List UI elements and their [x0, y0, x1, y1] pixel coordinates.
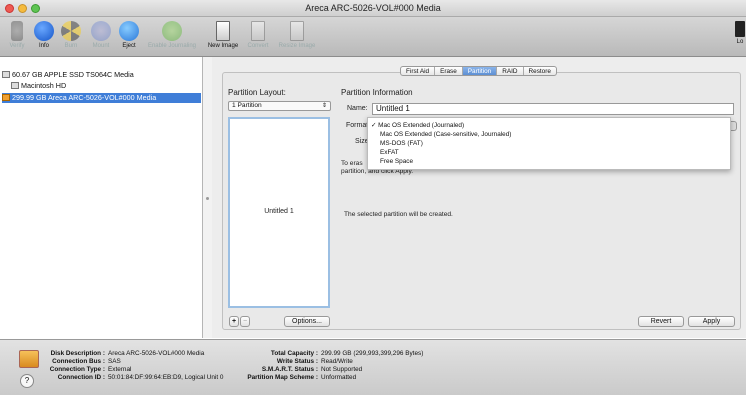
tab-partition[interactable]: Partition — [462, 67, 498, 75]
mount-label: Mount — [92, 43, 110, 49]
smart-status-key: S.M.A.R.T. Status : — [261, 366, 318, 373]
partition-layout-value: 1 Partition — [232, 102, 262, 109]
eject-button[interactable]: Eject — [116, 17, 142, 57]
toolbar: Verify Info Burn Mount Eject Enable Jour… — [0, 17, 746, 57]
partition-layout-label: Partition Layout: — [228, 88, 286, 97]
tab-raid[interactable]: RAID — [497, 67, 524, 75]
write-status-key: Write Status : — [276, 358, 318, 365]
verify-label: Verify — [9, 43, 25, 49]
eject-label: Eject — [122, 43, 136, 49]
burn-button[interactable]: Burn — [56, 17, 86, 57]
mount-button[interactable]: Mount — [86, 17, 116, 57]
info-bar: ? Disk Description : Areca ARC-5026-VOL#… — [0, 339, 746, 395]
connection-id-key: Connection ID : — [57, 374, 105, 381]
add-partition-button[interactable]: + — [229, 316, 239, 327]
name-label: Name: — [347, 105, 368, 112]
info-button[interactable]: Info — [32, 17, 56, 57]
sidebar-splitter[interactable] — [203, 57, 212, 338]
resize-image-label: Resize Image — [278, 43, 316, 49]
remove-partition-button[interactable]: − — [240, 316, 250, 327]
partition-map-label: Untitled 1 — [264, 208, 294, 215]
new-image-icon — [216, 21, 230, 41]
convert-icon — [251, 21, 265, 41]
convert-label: Convert — [247, 43, 269, 49]
partition-map[interactable]: Untitled 1 — [228, 117, 330, 308]
format-option-case-sensitive[interactable]: Mac OS Extended (Case-sensitive, Journal… — [380, 130, 735, 139]
window-title: Areca ARC-5026-VOL#000 Media — [305, 3, 441, 13]
enable-journaling-label: Enable Journaling — [147, 43, 197, 49]
format-option-exfat[interactable]: ExFAT — [380, 148, 735, 157]
log-label: Lo — [736, 39, 744, 45]
connection-id-value: 50:01:84:DF:99:64:EB:D9, Logical Unit 0 — [108, 374, 224, 381]
resize-image-button[interactable]: Resize Image — [273, 17, 321, 57]
format-option-free-space[interactable]: Free Space — [380, 157, 735, 166]
info-icon — [34, 21, 54, 41]
connection-bus-value: SAS — [108, 358, 121, 365]
splitter-handle-icon — [206, 197, 209, 200]
tab-first-aid[interactable]: First Aid — [401, 67, 436, 75]
sidebar-item-macintosh-hd[interactable]: Macintosh HD — [11, 81, 210, 91]
mount-icon — [91, 21, 111, 41]
info-label: Info — [38, 43, 49, 49]
sidebar-item-label: Macintosh HD — [21, 81, 67, 90]
sidebar-item-label: 299.99 GB Areca ARC-5026-VOL#000 Media — [12, 93, 157, 102]
desc-line-1: To eras — [341, 160, 363, 167]
disk-icon — [2, 71, 10, 78]
new-image-button[interactable]: New Image — [203, 17, 243, 57]
journaling-icon — [162, 21, 182, 41]
created-text: The selected partition will be created. — [344, 211, 453, 218]
format-option-journaled[interactable]: ✓ Mac OS Extended (Journaled) — [371, 121, 726, 130]
console-icon — [735, 21, 745, 37]
partition-layout-select[interactable]: 1 Partition ⇕ — [228, 101, 331, 111]
format-option-msdos[interactable]: MS-DOS (FAT) — [380, 139, 735, 148]
convert-button[interactable]: Convert — [243, 17, 273, 57]
title-bar: Areca ARC-5026-VOL#000 Media — [0, 0, 746, 17]
format-option-label: Mac OS Extended (Journaled) — [378, 122, 465, 129]
smart-status-value: Not Supported — [321, 366, 363, 373]
format-label: Format — [346, 122, 369, 129]
verify-button[interactable]: Verify — [2, 17, 32, 57]
new-image-label: New Image — [207, 43, 239, 49]
connection-type-value: External — [108, 366, 132, 373]
sidebar-item-apple-ssd[interactable]: 60.67 GB APPLE SSD TS064C Media — [2, 70, 201, 80]
total-capacity-value: 299.99 GB (299,993,399,296 Bytes) — [321, 350, 424, 357]
microscope-icon — [11, 21, 23, 41]
format-menu: ✓ Mac OS Extended (Journaled) Mac OS Ext… — [367, 117, 731, 170]
volume-icon — [11, 82, 19, 89]
disk-description-key: Disk Description : — [50, 350, 105, 357]
name-field[interactable]: Untitled 1 — [372, 103, 734, 115]
total-capacity-key: Total Capacity : — [270, 350, 318, 357]
connection-bus-key: Connection Bus : — [52, 358, 105, 365]
burn-icon — [61, 21, 81, 41]
check-icon: ✓ — [371, 122, 377, 129]
burn-label: Burn — [64, 43, 78, 49]
partition-map-scheme-value: Unformatted — [321, 374, 357, 381]
sidebar-item-areca-media[interactable]: 299.99 GB Areca ARC-5026-VOL#000 Media — [2, 93, 201, 103]
connection-type-key: Connection Type : — [49, 366, 105, 373]
updown-arrows-icon: ⇕ — [321, 103, 327, 109]
tab-bar: First Aid Erase Partition RAID Restore — [400, 66, 557, 76]
disk-description-value: Areca ARC-5026-VOL#000 Media — [108, 350, 205, 357]
revert-button[interactable]: Revert — [638, 316, 684, 327]
sidebar-item-label: 60.67 GB APPLE SSD TS064C Media — [12, 70, 134, 79]
resize-image-icon — [290, 21, 304, 41]
tab-erase[interactable]: Erase — [435, 67, 463, 75]
log-button[interactable]: Lo — [734, 17, 746, 57]
external-disk-icon — [2, 94, 10, 101]
partition-info-heading: Partition Information — [341, 88, 413, 97]
eject-icon — [119, 21, 139, 41]
write-status-value: Read/Write — [321, 358, 353, 365]
enable-journaling-button[interactable]: Enable Journaling — [142, 17, 202, 57]
sidebar: 60.67 GB APPLE SSD TS064C Media Macintos… — [0, 57, 203, 338]
partition-map-scheme-key: Partition Map Scheme : — [247, 374, 318, 381]
options-button[interactable]: Options... — [284, 316, 330, 327]
tab-restore[interactable]: Restore — [524, 67, 556, 75]
apply-button[interactable]: Apply — [688, 316, 735, 327]
